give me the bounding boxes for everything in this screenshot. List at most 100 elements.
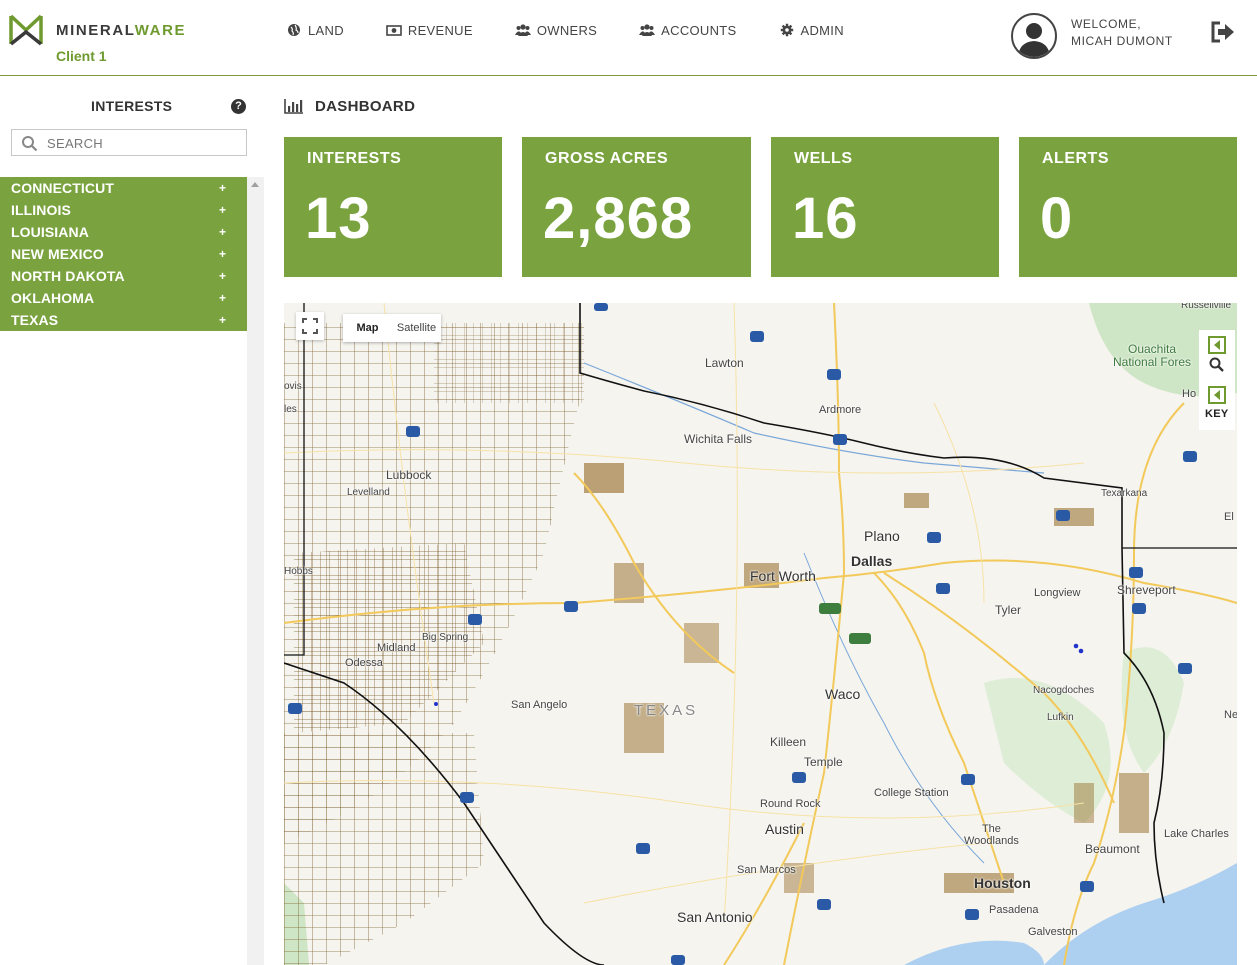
stat-card-interests[interactable]: INTERESTS 13 (284, 137, 502, 277)
map-label: Houston (974, 875, 1031, 891)
stat-card-wells[interactable]: WELLS 16 (771, 137, 999, 277)
map-label: San Angelo (511, 699, 568, 711)
map-label: Texarkana (1101, 488, 1148, 499)
stat-card-alerts[interactable]: ALERTS 0 (1019, 137, 1237, 277)
group-icon (639, 24, 656, 36)
map-label: Tyler (995, 603, 1022, 617)
map-label: Hobbs (284, 566, 313, 577)
map-label: Odessa (345, 657, 383, 669)
map-label: San Marcos (737, 864, 796, 876)
user-avatar[interactable] (1011, 13, 1057, 59)
map-label: Lawton (705, 356, 744, 370)
interests-sidebar: INTERESTS ? CONNECTICUT+ ILLINOIS+ LOUIS… (0, 77, 264, 965)
map-label: Austin (765, 821, 804, 837)
scroll-up-arrow-icon[interactable] (251, 182, 259, 187)
map-label: San Antonio (677, 909, 753, 925)
nav-admin[interactable]: ADMIN (779, 23, 844, 38)
expand-icon[interactable]: + (219, 177, 226, 199)
map-label: Midland (377, 642, 416, 654)
collapse-left-icon[interactable] (1208, 336, 1226, 354)
state-item-louisiana[interactable]: LOUISIANA + (0, 221, 247, 243)
user-name: MICAH DUMONT (1071, 34, 1173, 48)
expand-icon[interactable]: + (219, 199, 226, 221)
map-label: Nacogdoches (1033, 685, 1095, 696)
map-label: les (284, 404, 297, 415)
map-label: Round Rock (760, 798, 821, 810)
interests-map[interactable]: Lawton Ardmore Wichita Falls Lubbock Lev… (284, 303, 1237, 965)
top-header: MINERALWARE Client 1 LAND REVENUE OWNERS… (0, 0, 1257, 76)
expand-icon[interactable]: + (219, 221, 226, 243)
map-label: Shreveport (1117, 583, 1176, 597)
state-item-oklahoma[interactable]: OKLAHOMA + (0, 287, 247, 309)
globe-icon (288, 24, 300, 36)
gear-icon (780, 23, 793, 37)
mineralware-logo-icon (9, 14, 43, 46)
help-icon[interactable]: ? (231, 99, 246, 114)
map-type-toggle: Map Satellite (343, 314, 441, 342)
state-item-illinois[interactable]: ILLINOIS + (0, 199, 247, 221)
brand-logo[interactable]: MINERALWARE Client 1 (9, 14, 209, 70)
state-item-north-dakota[interactable]: NORTH DAKOTA + (0, 265, 247, 287)
map-key-button[interactable]: KEY (1205, 408, 1229, 420)
state-item-texas[interactable]: TEXAS + (0, 309, 247, 331)
search-box (11, 129, 247, 156)
sidebar-scrollbar[interactable] (247, 177, 264, 965)
brand-name: MINERALWARE (56, 22, 187, 39)
expand-icon[interactable]: + (219, 287, 226, 309)
stat-card-gross-acres[interactable]: GROSS ACRES 2,868 (522, 137, 751, 277)
stat-value: 2,868 (543, 186, 694, 251)
search-icon (22, 136, 38, 152)
search-input[interactable] (47, 133, 242, 153)
map-label: The Woodlands (964, 823, 1019, 847)
fullscreen-button[interactable] (296, 312, 324, 340)
map-label: Galveston (1028, 926, 1078, 938)
map-label: Dallas (851, 553, 893, 569)
map-label: Russellville (1181, 303, 1232, 311)
page-title: DASHBOARD (315, 97, 416, 115)
map-label: Killeen (770, 735, 807, 749)
map-label: Beaumont (1085, 842, 1140, 856)
nav-owners[interactable]: OWNERS (514, 23, 597, 38)
sidebar-title: INTERESTS (91, 98, 173, 114)
collapse-left-icon[interactable] (1208, 386, 1226, 404)
map-type-map-button[interactable]: Map (343, 314, 392, 342)
map-type-satellite-button[interactable]: Satellite (392, 314, 441, 342)
dashboard-heading: DASHBOARD (284, 96, 415, 116)
map-label: Lake Charles (1164, 828, 1229, 840)
map-label: ovis (284, 381, 302, 392)
map-label: Ho (1182, 388, 1197, 400)
welcome-text: WELCOME, MICAH DUMONT (1071, 17, 1173, 48)
map-label: Ardmore (819, 404, 862, 416)
users-icon (514, 24, 531, 36)
map-label: Plano (864, 528, 900, 544)
map-label: TEXAS (634, 702, 699, 719)
expand-icon[interactable]: + (219, 309, 226, 331)
state-list: CONNECTICUT + ILLINOIS + LOUISIANA + NEW ME… (0, 177, 247, 331)
stat-value: 16 (792, 186, 859, 251)
map-label: College Station (874, 787, 949, 799)
nav-revenue[interactable]: REVENUE (386, 23, 473, 38)
bar-chart-icon (284, 99, 303, 114)
map-label: El (1224, 511, 1234, 523)
expand-icon[interactable]: + (219, 243, 226, 265)
map-label: Waco (825, 686, 861, 702)
search-icon[interactable] (1208, 356, 1226, 374)
map-label: Ne (1224, 709, 1237, 721)
nav-accounts[interactable]: ACCOUNTS (639, 23, 736, 38)
main-nav: LAND REVENUE OWNERS ACCOUNTS ADMIN (286, 20, 886, 40)
stat-value: 13 (305, 186, 372, 251)
map-label: Lubbock (386, 468, 432, 482)
map-label: Big Spring (422, 632, 469, 643)
state-item-new-mexico[interactable]: NEW MEXICO + (0, 243, 247, 265)
client-name: Client 1 (56, 48, 107, 64)
user-silhouette-icon (1018, 23, 1050, 57)
map-label: Lufkin (1047, 712, 1074, 723)
map-label: Ouachita National Fores (1113, 342, 1192, 369)
money-icon (386, 25, 402, 36)
expand-icon[interactable]: + (219, 265, 226, 287)
map-label: Levelland (347, 487, 390, 498)
state-item-connecticut[interactable]: CONNECTICUT + (0, 177, 247, 199)
map-label: Longview (1034, 587, 1081, 599)
nav-land[interactable]: LAND (286, 23, 344, 38)
logout-icon[interactable] (1210, 20, 1236, 44)
